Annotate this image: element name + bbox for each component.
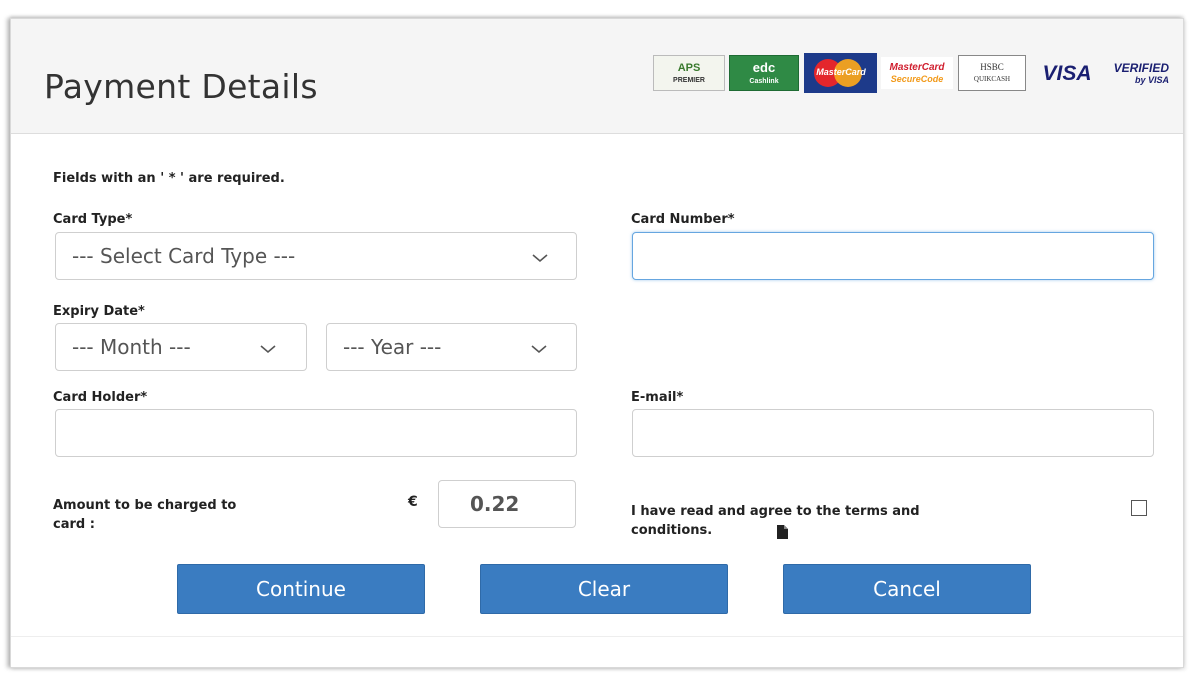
card-holder-input[interactable] <box>55 409 577 457</box>
page-title: Payment Details <box>44 67 318 106</box>
chevron-down-icon <box>532 254 548 263</box>
verified-by-visa-logo: VERIFIED by VISA <box>1113 60 1169 85</box>
email-label: E-mail* <box>631 390 684 405</box>
required-note: Fields with an ' * ' are required. <box>53 171 285 186</box>
footer-divider <box>11 636 1183 637</box>
terms-label: I have read and agree to the terms and c… <box>631 504 920 538</box>
card-type-select[interactable]: --- Select Card Type --- <box>55 232 577 280</box>
card-holder-label: Card Holder* <box>53 390 148 405</box>
amount-value: 0.22 <box>438 480 576 528</box>
email-input[interactable] <box>632 409 1154 457</box>
mastercard-securecode-logo: MasterCard SecureCode <box>881 57 953 89</box>
currency-symbol: € <box>408 494 418 510</box>
cancel-button[interactable]: Cancel <box>783 564 1031 614</box>
card-number-label: Card Number* <box>631 212 735 227</box>
aps-premier-logo: APS PREMIER <box>653 55 725 91</box>
expiry-month-value: --- Month --- <box>72 335 191 359</box>
continue-button[interactable]: Continue <box>177 564 425 614</box>
visa-logo: VISA <box>1042 61 1092 85</box>
card-type-value: --- Select Card Type --- <box>72 244 296 268</box>
panel-header: Payment Details APS PREMIER edc Cashlink… <box>11 19 1183 134</box>
card-type-label: Card Type* <box>53 212 133 227</box>
expiry-month-select[interactable]: --- Month --- <box>55 323 307 371</box>
expiry-date-label: Expiry Date* <box>53 304 145 319</box>
chevron-down-icon <box>260 345 276 354</box>
edc-cashlink-logo: edc Cashlink <box>729 55 799 91</box>
hsbc-quikcash-logo: HSBC QUIKCASH <box>958 55 1026 91</box>
expiry-year-select[interactable]: --- Year --- <box>326 323 577 371</box>
terms-checkbox[interactable] <box>1131 500 1147 516</box>
chevron-down-icon <box>531 345 547 354</box>
document-icon[interactable] <box>777 525 788 539</box>
expiry-year-value: --- Year --- <box>343 335 442 359</box>
mastercard-logo: MasterCard <box>804 53 877 93</box>
clear-button[interactable]: Clear <box>480 564 728 614</box>
card-number-input[interactable] <box>632 232 1154 280</box>
amount-label: Amount to be charged to card : <box>53 498 237 532</box>
